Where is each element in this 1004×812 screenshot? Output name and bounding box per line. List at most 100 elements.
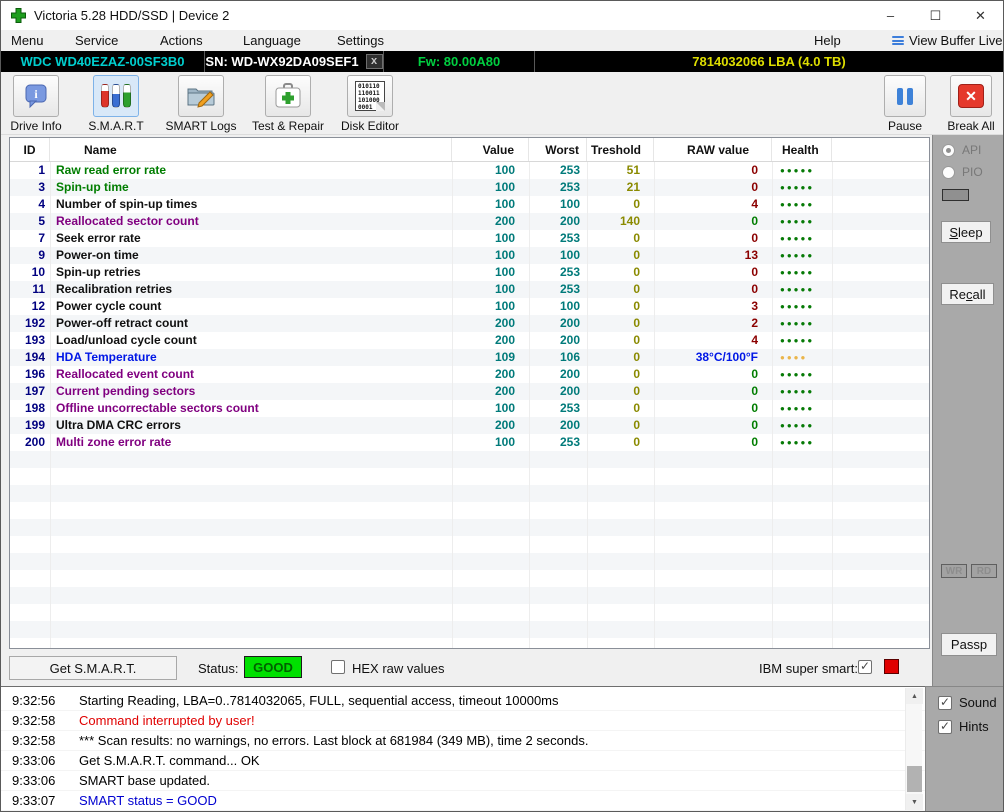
- cell-treshold: 0: [633, 401, 640, 415]
- cell-name: Spin-up retries: [56, 265, 141, 279]
- cell-treshold: 21: [626, 180, 640, 194]
- health-dots-icon: ●●●●●: [780, 251, 815, 260]
- menu-item-settings[interactable]: Settings: [337, 33, 384, 48]
- sleep-button[interactable]: Sleep: [941, 221, 991, 243]
- menu-item-help[interactable]: Help: [814, 33, 841, 48]
- scrollbar-thumb[interactable]: [907, 766, 922, 792]
- cell-name: Power-on time: [56, 248, 139, 262]
- recall-button[interactable]: Re c all: [941, 283, 994, 305]
- table-row[interactable]: 7 Seek error rate 100 253 0 0 ●●●●●: [10, 230, 929, 247]
- health-dots-icon: ●●●●●: [780, 217, 815, 226]
- table-row[interactable]: 199 Ultra DMA CRC errors 200 200 0 0 ●●●●●: [10, 417, 929, 434]
- health-dots-icon: ●●●●●: [780, 387, 815, 396]
- cell-value: 100: [494, 248, 515, 262]
- device-capacity: 7814032066 LBA (4.0 TB): [534, 51, 1003, 72]
- cell-value: 100: [494, 401, 515, 415]
- menu-item-language[interactable]: Language: [243, 33, 301, 48]
- maximize-button[interactable]: ☐: [913, 1, 958, 30]
- scroll-down-arrow-icon[interactable]: [906, 794, 923, 810]
- cell-raw-value: 38°C/100°F: [695, 350, 758, 364]
- hints-label: Hints: [959, 719, 989, 734]
- cell-name: Recalibration retries: [56, 282, 173, 296]
- ibm-super-smart-checkbox[interactable]: [858, 659, 872, 674]
- log-entry: 9:32:58 Command interrupted by user!: [1, 711, 925, 731]
- cell-treshold: 0: [633, 248, 640, 262]
- passp-button[interactable]: Passp: [941, 633, 997, 656]
- break-all-button[interactable]: [950, 75, 992, 117]
- table-row[interactable]: 12 Power cycle count 100 100 0 3 ●●●●●: [10, 298, 929, 315]
- menu-item-menu[interactable]: Menu: [11, 33, 44, 48]
- table-row[interactable]: 1 Raw read error rate 100 253 51 0 ●●●●●: [10, 162, 929, 179]
- cell-id: 197: [24, 384, 45, 398]
- disk-editor-label: Disk Editor: [340, 119, 399, 133]
- cell-worst: 100: [559, 248, 580, 262]
- smart-logs-label: SMART Logs: [165, 119, 237, 133]
- cell-treshold: 0: [633, 384, 640, 398]
- minimize-button[interactable]: –: [868, 1, 913, 30]
- device-model[interactable]: WDC WD40EZAZ-00SF3B0: [1, 51, 204, 72]
- table-row[interactable]: 192 Power-off retract count 200 200 0 2 ●●●●●: [10, 315, 929, 332]
- smart-button[interactable]: [93, 75, 139, 117]
- device-firmware: Fw: 80.00A80: [383, 51, 534, 72]
- table-row[interactable]: 198 Offline uncorrectable sectors count 10…: [10, 400, 929, 417]
- cell-id: 10: [31, 265, 45, 279]
- table-row[interactable]: 193 Load/unload cycle count 200 200 0 4 ●●●●●: [10, 332, 929, 349]
- cell-treshold: 0: [633, 333, 640, 347]
- get-smart-button[interactable]: Get S.M.A.R.T.: [9, 656, 177, 680]
- disk-editor-button[interactable]: 010110 110011 101000 0001: [347, 75, 393, 117]
- device-serial-segment: SN: WD-WX92DA09SEF1 x: [204, 51, 383, 72]
- table-row[interactable]: 5 Reallocated sector count 200 200 140 0 ●●●●●: [10, 213, 929, 230]
- table-row[interactable]: 200 Multi zone error rate 100 253 0 0 ●●●●●: [10, 434, 929, 451]
- scroll-up-arrow-icon[interactable]: [906, 688, 923, 704]
- api-radio[interactable]: [942, 143, 955, 157]
- cell-id: 11: [32, 282, 45, 296]
- table-row[interactable]: 196 Reallocated event count 200 200 0 0 ●●●●●: [10, 366, 929, 383]
- table-row[interactable]: 194 HDA Temperature 109 106 0 38°C/100°F ●●●●: [10, 349, 929, 366]
- cell-value: 100: [494, 435, 515, 449]
- log-text: Command interrupted by user!: [79, 713, 255, 728]
- smart-logs-button[interactable]: [178, 75, 224, 117]
- pio-radio[interactable]: [942, 165, 955, 179]
- sound-checkbox[interactable]: [938, 695, 952, 710]
- hints-checkbox[interactable]: [938, 719, 952, 734]
- status-label: Status:: [198, 661, 239, 676]
- log-scrollbar[interactable]: [905, 688, 923, 810]
- table-row[interactable]: 10 Spin-up retries 100 253 0 0 ●●●●●: [10, 264, 929, 281]
- wr-button[interactable]: WR: [941, 564, 967, 578]
- rd-button[interactable]: RD: [971, 564, 997, 578]
- first-aid-kit-icon: [275, 83, 301, 108]
- health-dots-icon: ●●●●●: [780, 370, 815, 379]
- log-text: SMART base updated.: [79, 773, 211, 788]
- menu-item-service[interactable]: Service: [75, 33, 118, 48]
- menu-item-actions[interactable]: Actions: [160, 33, 203, 48]
- hex-raw-values-checkbox[interactable]: [331, 660, 345, 674]
- view-buffer-live[interactable]: View Buffer Live: [892, 33, 1002, 48]
- cell-raw-value: 0: [751, 180, 758, 194]
- table-row[interactable]: 4 Number of spin-up times 100 100 0 4 ●●●●●: [10, 196, 929, 213]
- cell-id: 194: [24, 350, 45, 364]
- table-row[interactable]: 11 Recalibration retries 100 253 0 0 ●●●●●: [10, 281, 929, 298]
- smart-table-header: ID Name Value Worst Treshold RAW value H…: [10, 138, 929, 162]
- table-row[interactable]: 9 Power-on time 100 100 0 13 ●●●●●: [10, 247, 929, 264]
- health-dots-icon: ●●●●●: [780, 336, 815, 345]
- window-title: Victoria 5.28 HDD/SSD | Device 2: [34, 8, 230, 23]
- col-header-name: Name: [50, 138, 452, 161]
- table-row[interactable]: 3 Spin-up time 100 253 21 0 ●●●●●: [10, 179, 929, 196]
- cell-name: Spin-up time: [56, 180, 129, 194]
- test-repair-button[interactable]: [265, 75, 311, 117]
- table-row[interactable]: 197 Current pending sectors 200 200 0 0 ●●●●●: [10, 383, 929, 400]
- cell-value: 100: [494, 231, 515, 245]
- cell-treshold: 51: [626, 163, 640, 177]
- log-entries: 9:32:56 Starting Reading, LBA=0..78140320…: [1, 691, 925, 811]
- pause-button[interactable]: [884, 75, 926, 117]
- cell-name: Load/unload cycle count: [56, 333, 197, 347]
- api-label: API: [962, 143, 982, 157]
- recall-label-rest: all: [972, 286, 986, 302]
- close-button[interactable]: ✕: [958, 1, 1003, 30]
- drive-info-button[interactable]: i: [13, 75, 59, 117]
- drive-info-label: Drive Info: [10, 119, 62, 133]
- device-serial: SN: WD-WX92DA09SEF1: [205, 54, 359, 69]
- col-header-health: Health: [772, 138, 832, 161]
- recall-label: Re: [949, 286, 967, 302]
- device-tab-close-button[interactable]: x: [365, 54, 383, 69]
